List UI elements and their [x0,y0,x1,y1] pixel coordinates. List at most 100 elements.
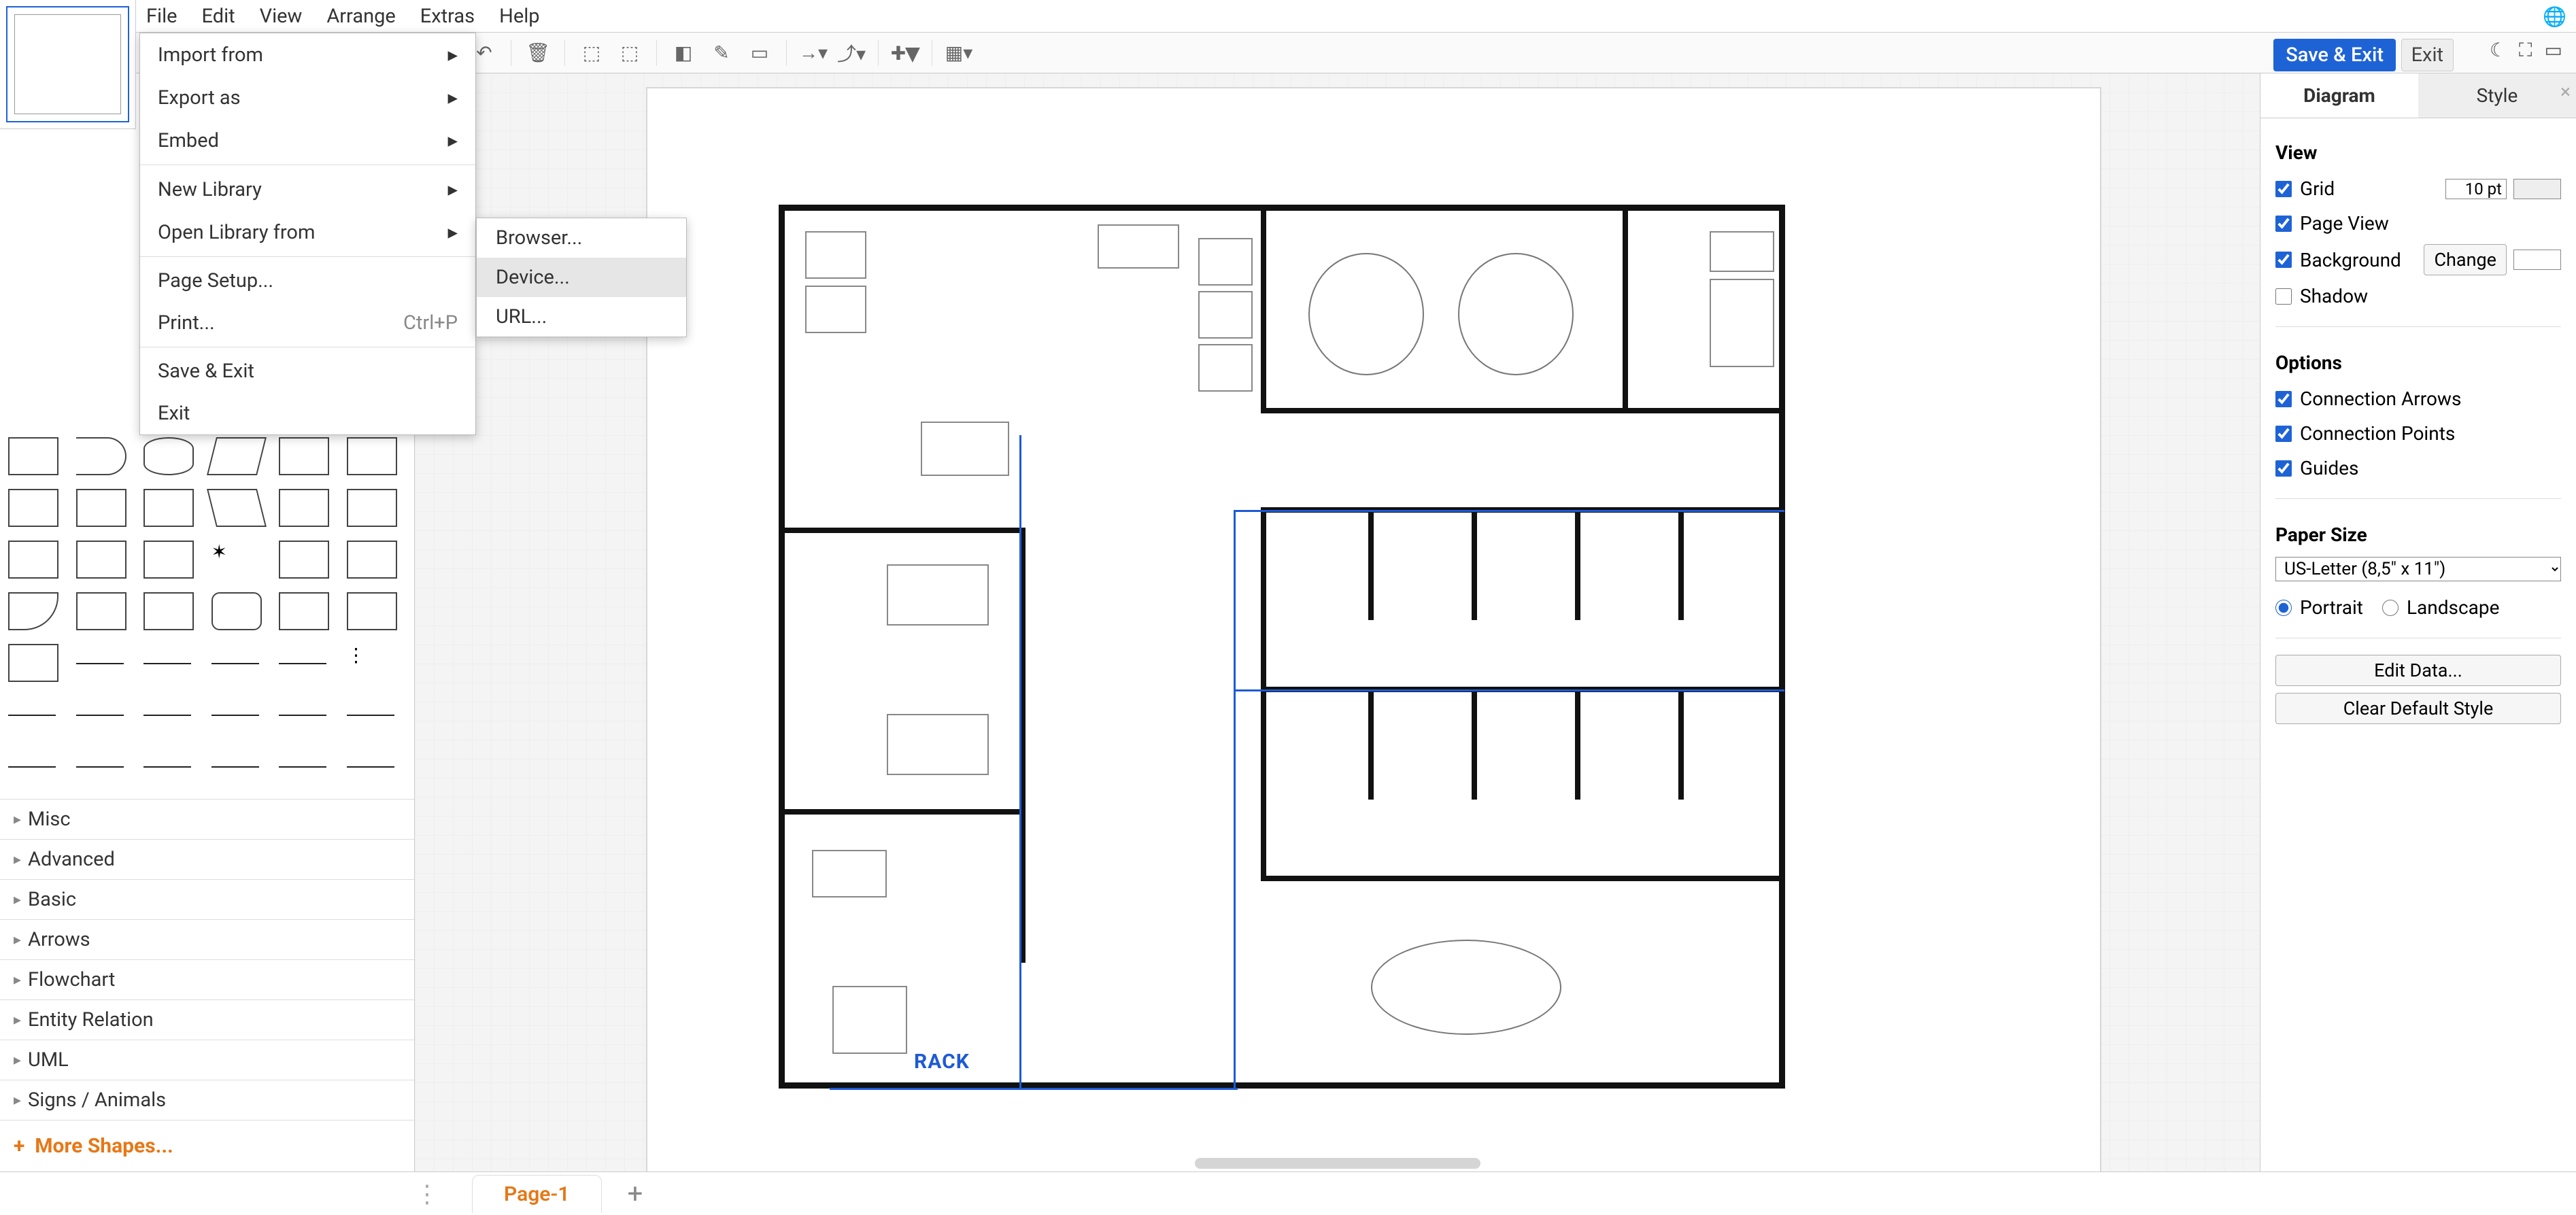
shape[interactable] [347,437,397,475]
shape[interactable] [279,541,329,579]
menu-help[interactable]: Help [487,0,552,33]
category-misc[interactable]: Misc [0,799,414,839]
category-flowchart[interactable]: Flowchart [0,959,414,999]
file-menu-new-library[interactable]: New Library▸ [140,168,475,211]
shape[interactable] [143,489,194,527]
conn-points-checkbox[interactable] [2275,426,2292,442]
line-color-icon[interactable]: ✎ [710,41,733,65]
connection-icon[interactable]: →▾ [802,41,825,65]
shape[interactable] [8,541,58,579]
category-signs-animals[interactable]: Signs / Animals [0,1080,414,1120]
shape[interactable] [347,747,397,785]
shape[interactable] [207,489,267,527]
shape[interactable] [279,644,329,682]
shape[interactable]: ✶ [211,541,262,579]
shape[interactable] [347,541,397,579]
language-icon[interactable]: 🌐 [2543,5,2566,28]
open-library-url[interactable]: URL... [477,297,686,337]
page-tab[interactable]: Page-1 [472,1175,602,1213]
outline-preview[interactable] [0,0,136,129]
shape[interactable] [76,747,126,785]
shape[interactable] [76,644,126,682]
page-menu-icon[interactable]: ⋮ [415,1180,442,1208]
exit-button[interactable]: Exit [2401,39,2454,71]
grid-checkbox[interactable] [2275,181,2292,197]
clear-style-button[interactable]: Clear Default Style [2275,693,2561,724]
add-page-button[interactable]: + [618,1178,653,1210]
guides-checkbox[interactable] [2275,460,2292,477]
table-icon[interactable]: ▦▾ [947,41,970,65]
file-menu-page-setup[interactable]: Page Setup... [140,260,475,302]
shape[interactable] [8,696,58,734]
shape[interactable] [279,437,329,475]
shape[interactable] [76,592,126,630]
category-advanced[interactable]: Advanced [0,839,414,879]
shape[interactable] [347,489,397,527]
conn-arrows-checkbox[interactable] [2275,391,2292,407]
paper-size-select[interactable]: US-Letter (8,5" x 11") [2275,557,2561,581]
shape[interactable] [207,437,267,475]
close-panel-icon[interactable]: × [2560,80,2571,103]
tab-style[interactable]: Style [2418,73,2576,118]
save-exit-button[interactable]: Save & Exit [2273,39,2396,71]
edit-data-button[interactable]: Edit Data... [2275,655,2561,686]
menu-file[interactable]: File [139,0,190,33]
undo-icon[interactable]: ↶ [473,41,496,65]
bg-color-swatch[interactable] [2513,250,2561,270]
file-menu-export[interactable]: Export as▸ [140,76,475,119]
waypoint-icon[interactable]: ⤴▾ [840,41,863,65]
shadow-icon[interactable]: ▭ [748,41,771,65]
shape[interactable] [347,592,397,630]
background-checkbox[interactable] [2275,252,2292,268]
format-panel-icon[interactable]: ▭ [2545,39,2562,62]
tab-diagram[interactable]: Diagram [2260,73,2418,118]
shape[interactable] [211,592,262,630]
open-library-device[interactable]: Device... [477,258,686,297]
category-arrows[interactable]: Arrows [0,919,414,959]
pageview-checkbox[interactable] [2275,216,2292,232]
menu-view[interactable]: View [248,0,315,33]
landscape-radio[interactable] [2382,600,2399,616]
delete-icon[interactable]: 🗑 [526,41,549,65]
menu-edit[interactable]: Edit [190,0,248,33]
category-basic[interactable]: Basic [0,879,414,919]
horizontal-scrollbar[interactable] [1195,1158,1480,1169]
shape[interactable] [76,541,126,579]
shape[interactable] [211,696,262,734]
file-menu-save-exit[interactable]: Save & Exit [140,350,475,392]
menu-arrange[interactable]: Arrange [314,0,407,33]
shape[interactable] [143,437,194,475]
shape[interactable] [279,592,329,630]
shape[interactable] [8,592,58,630]
portrait-radio[interactable] [2275,600,2292,616]
grid-color-swatch[interactable] [2513,179,2561,199]
shape[interactable]: ⋮ [347,644,397,682]
add-icon[interactable]: +▾ [894,41,917,65]
shape[interactable] [143,747,194,785]
shape[interactable] [76,437,126,475]
category-entity-relation[interactable]: Entity Relation [0,999,414,1040]
file-menu-exit[interactable]: Exit [140,392,475,434]
file-menu-print[interactable]: Print...Ctrl+P [140,302,475,344]
fill-icon[interactable]: ◧ [672,41,695,65]
file-menu-embed[interactable]: Embed▸ [140,119,475,162]
shadow-checkbox[interactable] [2275,288,2292,305]
shape[interactable] [347,696,397,734]
change-bg-button[interactable]: Change [2424,244,2507,275]
fullscreen-icon[interactable]: ⛶ [2519,39,2532,62]
shape[interactable] [8,489,58,527]
file-menu-open-library[interactable]: Open Library from▸ [140,211,475,254]
shape[interactable] [8,747,58,785]
canvas[interactable]: RACK [415,73,2260,1171]
to-front-icon[interactable]: ⬚ [580,41,603,65]
shape[interactable] [76,489,126,527]
file-menu-import[interactable]: Import from▸ [140,33,475,76]
shape[interactable] [8,644,58,682]
grid-size-input[interactable]: 10 pt [2445,179,2507,199]
more-shapes-button[interactable]: + More Shapes... [0,1120,414,1171]
shape[interactable] [143,592,194,630]
shape[interactable] [8,437,58,475]
shape[interactable] [279,489,329,527]
open-library-browser[interactable]: Browser... [477,218,686,258]
shape[interactable] [143,644,194,682]
